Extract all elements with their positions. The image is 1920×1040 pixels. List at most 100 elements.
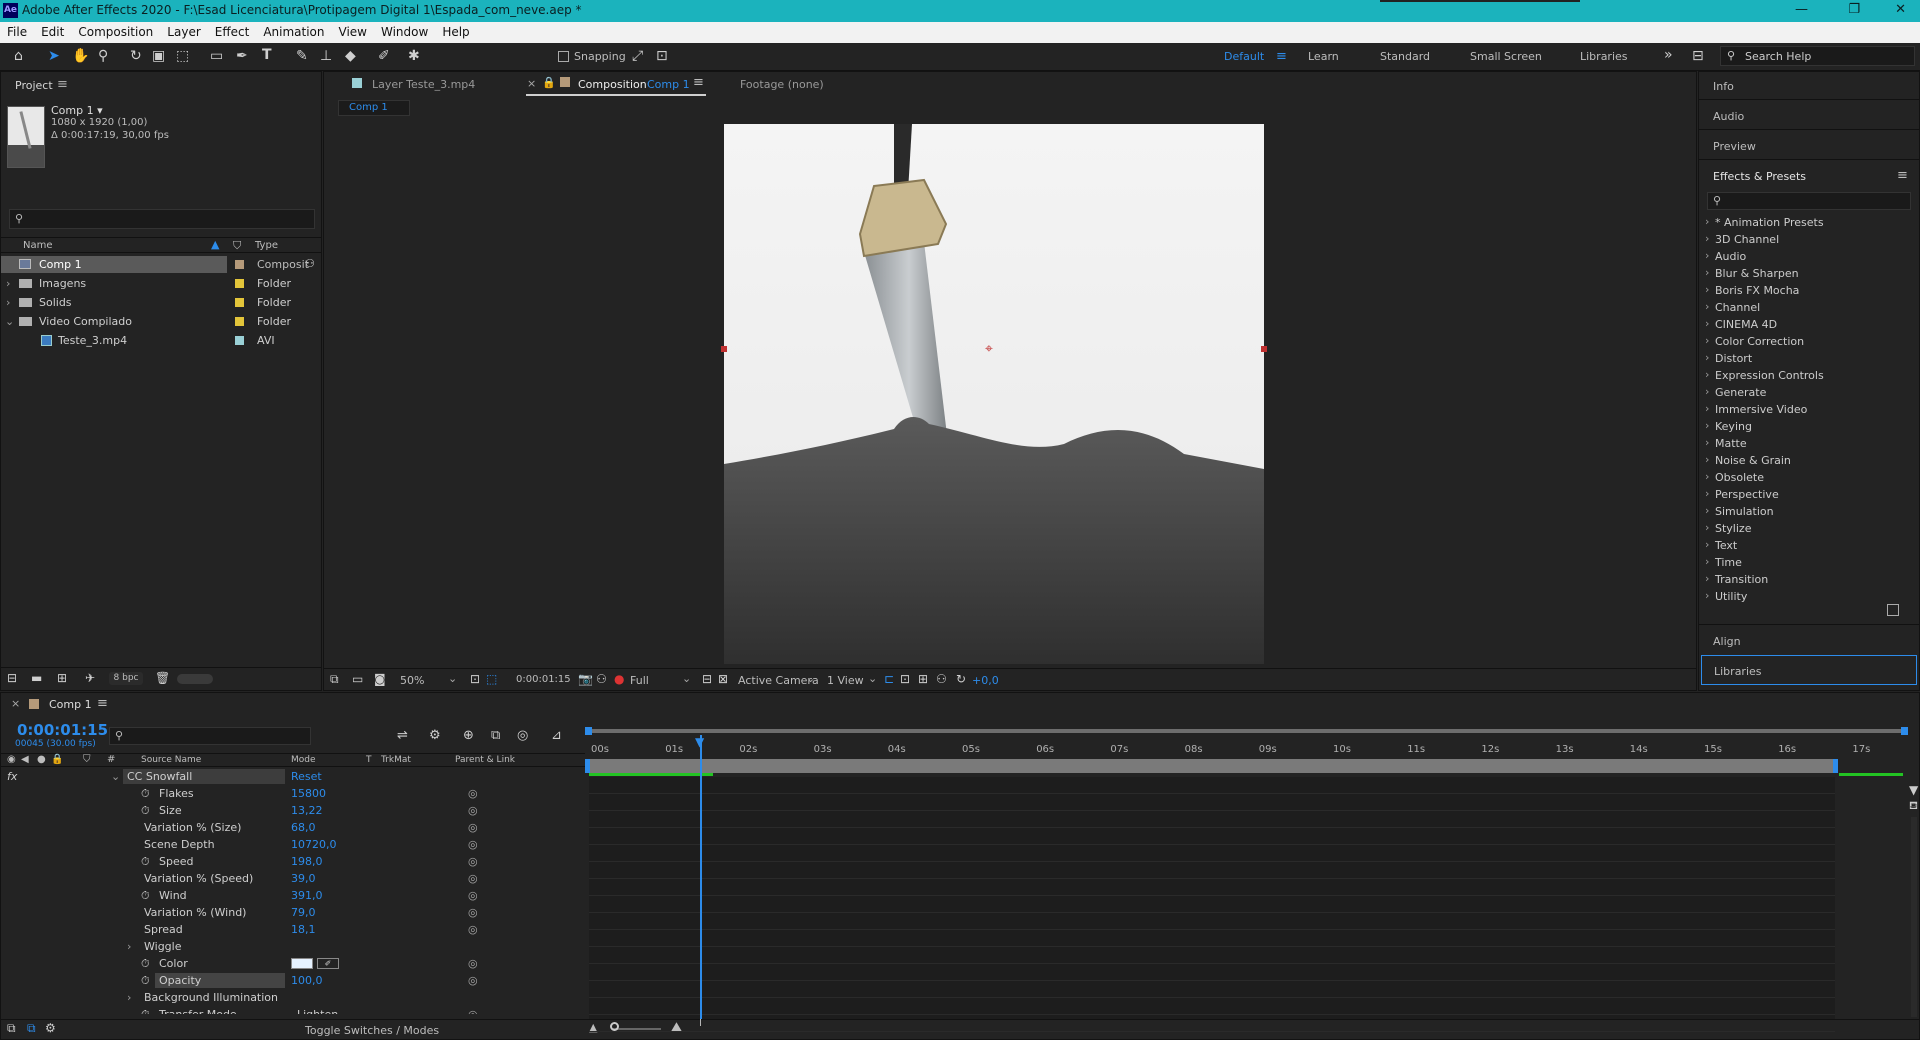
stopwatch-icon[interactable]: ⏱ xyxy=(141,955,150,972)
trash-icon[interactable]: 🗑 xyxy=(155,671,170,685)
menu-edit[interactable]: Edit xyxy=(34,22,71,42)
menu-window[interactable]: Window xyxy=(374,22,435,42)
keyframe-lane[interactable] xyxy=(589,998,1835,1015)
resolution-select[interactable]: Full xyxy=(630,674,649,687)
workspace-learn[interactable]: Learn xyxy=(1308,50,1339,63)
search-help-box[interactable]: ⚲ Search Help xyxy=(1720,46,1915,66)
tab-composition-label[interactable]: Composition xyxy=(578,78,647,91)
eraser-tool-icon[interactable]: ◆ xyxy=(345,48,356,64)
zoom-tool-icon[interactable]: ⚲ xyxy=(98,48,108,64)
chevron-down-icon[interactable]: ⌄ xyxy=(448,672,457,685)
rectangle-tool-icon[interactable]: ▭ xyxy=(210,48,223,64)
effects-category-item[interactable]: › Transition xyxy=(1699,571,1919,588)
lock-column-icon[interactable]: 🔒 xyxy=(51,754,63,765)
effects-category-item[interactable]: › Simulation xyxy=(1699,503,1919,520)
label-color[interactable] xyxy=(235,317,244,326)
collapse-chevron-icon[interactable]: ⌄ xyxy=(5,313,14,330)
effects-category-item[interactable]: › Time xyxy=(1699,554,1919,571)
effects-category-item[interactable]: › Distort xyxy=(1699,350,1919,367)
workspace-standard[interactable]: Standard xyxy=(1380,50,1430,63)
layer-switches-icon[interactable]: ⧉ xyxy=(7,1021,16,1036)
expand-chevron-icon[interactable]: › xyxy=(1705,402,1709,415)
property-value[interactable]: 10720,0 xyxy=(291,836,337,853)
layer-handle-left[interactable] xyxy=(721,346,727,352)
column-source-name[interactable]: Source Name xyxy=(141,755,201,765)
current-time-indicator[interactable] xyxy=(700,735,702,1019)
home-icon[interactable]: ⌂ xyxy=(14,48,23,64)
expand-chevron-icon[interactable]: › xyxy=(1705,572,1709,585)
time-navigator[interactable] xyxy=(589,729,1907,733)
pick-whip-icon[interactable]: ◎ xyxy=(468,785,478,802)
menu-animation[interactable]: Animation xyxy=(256,22,331,42)
effects-category-item[interactable]: › Generate xyxy=(1699,384,1919,401)
close-tab-icon[interactable]: × xyxy=(527,77,536,90)
hand-tool-icon[interactable]: ✋ xyxy=(72,48,89,64)
expand-chevron-icon[interactable]: › xyxy=(1705,334,1709,347)
3d-view-icon[interactable]: ⊡ xyxy=(900,672,910,686)
property-row[interactable]: ⏱ Color ✐ ◎ xyxy=(1,955,585,972)
effects-category-item[interactable]: › Immersive Video xyxy=(1699,401,1919,418)
property-row[interactable]: ⏱ Flakes 15800 ◎ xyxy=(1,785,585,802)
comp-end-marker-icon[interactable]: ▼ xyxy=(1909,783,1918,797)
draft-3d-icon[interactable]: ⊞ xyxy=(918,672,928,686)
column-trkmat[interactable]: TrkMat xyxy=(381,755,411,765)
effects-category-item[interactable]: › Utility xyxy=(1699,588,1919,605)
expand-chevron-icon[interactable]: › xyxy=(1705,300,1709,313)
transparency-grid-icon[interactable]: ⊠ xyxy=(718,672,728,686)
graph-editor-icon[interactable]: ⊿ xyxy=(551,728,562,743)
views-select[interactable]: 1 View xyxy=(827,674,864,687)
effects-category-item[interactable]: › Audio xyxy=(1699,248,1919,265)
audio-panel-header[interactable]: Audio xyxy=(1699,102,1919,130)
visibility-column-icon[interactable]: ◉ xyxy=(7,754,16,765)
menu-file[interactable]: File xyxy=(0,22,34,42)
property-row[interactable]: Variation % (Wind) 79,0 ◎ xyxy=(1,904,585,921)
pick-whip-icon[interactable]: ◎ xyxy=(468,904,478,921)
stopwatch-icon[interactable]: ⏱ xyxy=(141,972,150,989)
expand-chevron-icon[interactable]: › xyxy=(1705,555,1709,568)
in-out-icon[interactable]: ⚙ xyxy=(45,1021,56,1035)
effects-category-item[interactable]: › Expression Controls xyxy=(1699,367,1919,384)
flowchart-icon[interactable]: ⚇ xyxy=(305,257,315,270)
new-comp-icon[interactable]: ⊞ xyxy=(57,671,67,685)
effects-category-item[interactable]: › 3D Channel xyxy=(1699,231,1919,248)
monitor-icon[interactable]: ▭ xyxy=(352,672,363,686)
effects-category-item[interactable]: › Stylize xyxy=(1699,520,1919,537)
property-value[interactable]: 391,0 xyxy=(291,887,323,904)
label-color[interactable] xyxy=(235,336,244,345)
work-area-bar[interactable] xyxy=(589,759,1837,773)
snapshot-icon[interactable]: 📷 xyxy=(578,672,593,686)
anchor-point-icon[interactable]: ⌖ xyxy=(985,341,993,357)
workspace-default[interactable]: Default xyxy=(1224,50,1264,63)
expand-chevron-icon[interactable]: › xyxy=(1705,470,1709,483)
eyedropper-icon[interactable]: ✐ xyxy=(317,958,339,969)
project-item[interactable]: Teste_3.mp4 AVI xyxy=(1,332,323,349)
toggle-mask-icon[interactable]: ⊏ xyxy=(884,672,894,686)
effects-category-item[interactable]: › Text xyxy=(1699,537,1919,554)
expand-chevron-icon[interactable]: › xyxy=(127,938,131,955)
expand-chevron-icon[interactable]: › xyxy=(1705,453,1709,466)
project-tab[interactable]: Project xyxy=(15,79,53,92)
stopwatch-icon[interactable]: ⏱ xyxy=(141,887,150,904)
number-column-icon[interactable]: # xyxy=(107,754,115,765)
navigator-end-handle[interactable] xyxy=(1901,727,1908,735)
playhead-icon[interactable]: ▼ xyxy=(695,735,704,749)
transfer-controls-icon[interactable]: ⧉ xyxy=(27,1021,36,1036)
expand-chevron-icon[interactable]: › xyxy=(1705,368,1709,381)
property-row[interactable]: Variation % (Size) 68,0 ◎ xyxy=(1,819,585,836)
expand-chevron-icon[interactable]: › xyxy=(1705,266,1709,279)
stopwatch-icon[interactable]: ⏱ xyxy=(141,802,150,819)
show-snapshot-icon[interactable]: ⚇ xyxy=(596,672,607,686)
property-row[interactable]: Spread 18,1 ◎ xyxy=(1,921,585,938)
sync-settings-icon[interactable]: ⊟ xyxy=(1692,48,1704,64)
lock-icon[interactable]: 🔒 xyxy=(542,76,556,89)
audio-column-icon[interactable]: ◀ xyxy=(21,754,29,765)
keyframe-lane[interactable] xyxy=(589,879,1835,896)
chevron-down-icon[interactable]: ⌄ xyxy=(682,672,691,685)
timeline-tab[interactable]: Comp 1 xyxy=(49,698,92,711)
expand-chevron-icon[interactable]: › xyxy=(1705,419,1709,432)
pick-whip-icon[interactable]: ◎ xyxy=(468,819,478,836)
vertical-scrollbar[interactable] xyxy=(1911,817,1917,1017)
expand-chevron-icon[interactable]: › xyxy=(1705,521,1709,534)
effects-category-item[interactable]: › Matte xyxy=(1699,435,1919,452)
property-row[interactable]: › Wiggle xyxy=(1,938,585,955)
